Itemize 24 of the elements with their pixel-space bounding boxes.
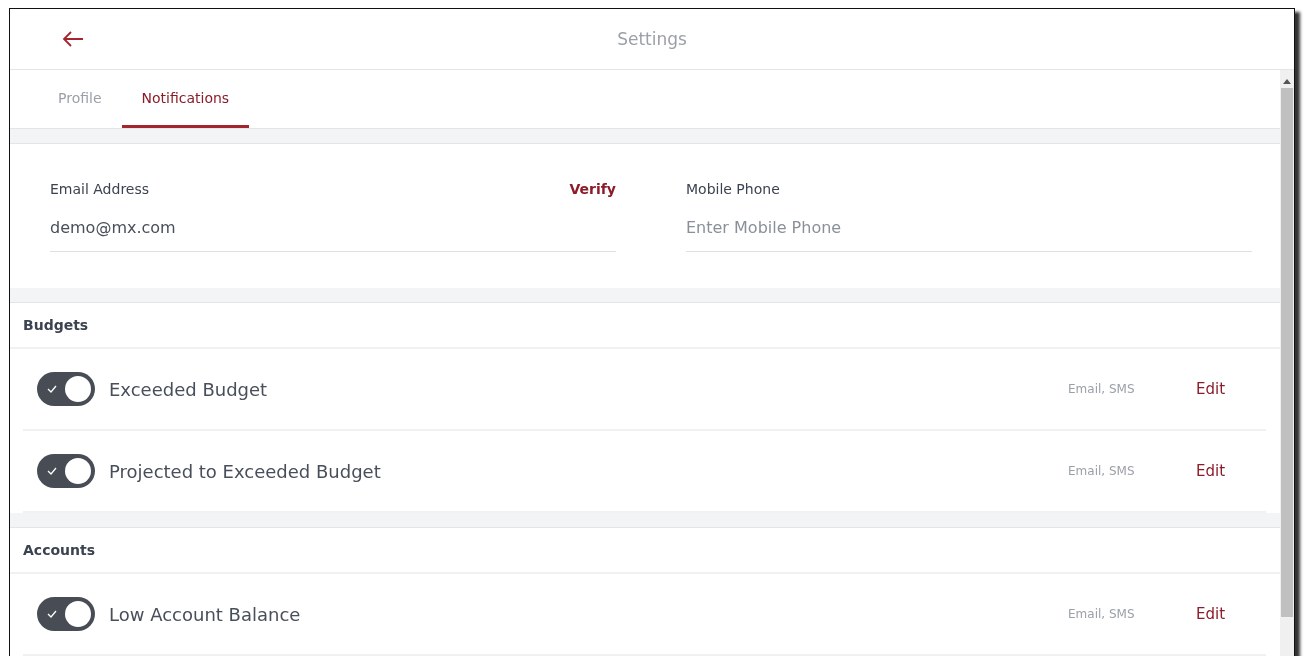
toggle-switch[interactable] bbox=[37, 597, 95, 631]
channels-text: Email, SMS bbox=[1068, 382, 1136, 396]
verify-link[interactable]: Verify bbox=[569, 181, 616, 197]
edit-link[interactable]: Edit bbox=[1196, 605, 1266, 623]
edit-link[interactable]: Edit bbox=[1196, 380, 1266, 398]
field-label: Email Address bbox=[50, 181, 150, 197]
notification-label: Low Account Balance bbox=[109, 603, 302, 625]
section-heading: Accounts bbox=[23, 542, 95, 558]
check-icon bbox=[47, 385, 57, 393]
back-arrow-icon bbox=[62, 31, 84, 47]
check-icon bbox=[47, 467, 57, 475]
notification-label: Exceeded Budget bbox=[109, 378, 269, 400]
toggle-switch[interactable] bbox=[37, 454, 95, 488]
page-title: Settings bbox=[617, 29, 687, 49]
scrollbar[interactable] bbox=[1280, 70, 1294, 656]
edit-link[interactable]: Edit bbox=[1196, 462, 1266, 480]
field-label: Mobile Phone bbox=[686, 181, 780, 197]
toggle-switch[interactable] bbox=[37, 372, 95, 406]
section-heading: Budgets bbox=[23, 317, 89, 333]
channels-text: Email, SMS bbox=[1068, 464, 1136, 478]
scroll-up-icon[interactable] bbox=[1283, 78, 1291, 84]
check-icon bbox=[47, 610, 57, 618]
channels-text: Email, SMS bbox=[1068, 607, 1136, 621]
notification-label: Projected to Exceeded Budget bbox=[109, 460, 382, 482]
